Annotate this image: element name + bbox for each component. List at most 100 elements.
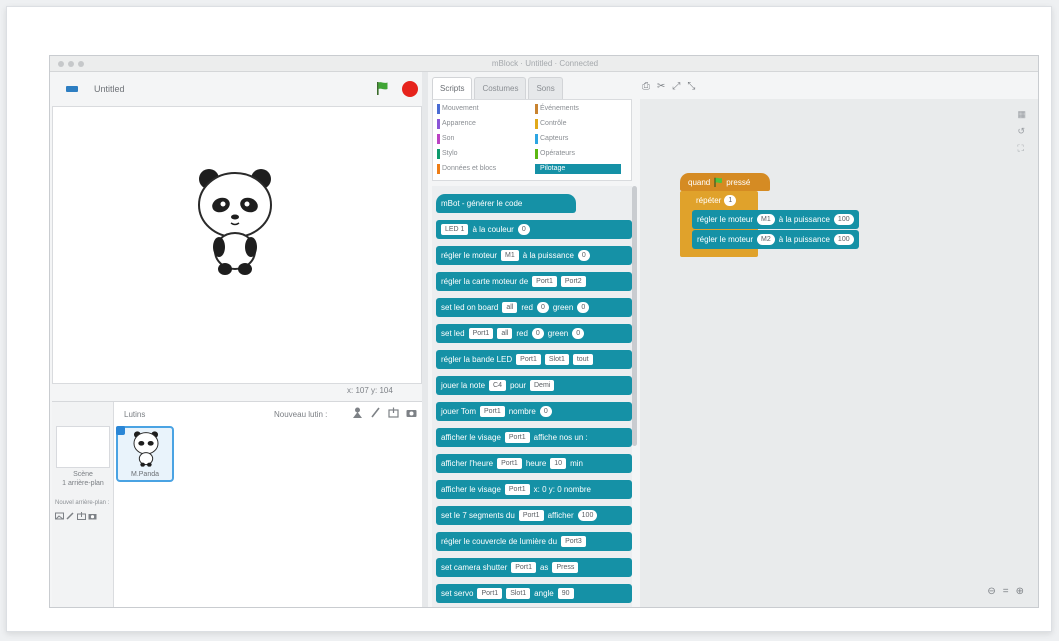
block-dropdown[interactable]: Demi [530,380,555,391]
sprite-library-icon[interactable] [352,407,363,418]
palette-block[interactable]: régler la carte moteur de Port1 Port2 [436,272,632,291]
category-item[interactable]: Pilotage [535,164,621,174]
block-dropdown[interactable]: Press [552,562,579,573]
paint-sprite-icon[interactable] [370,407,381,418]
green-flag-icon[interactable] [375,81,389,95]
block-dropdown[interactable]: Slot1 [506,588,531,599]
set-motor-block[interactable]: régler le moteur M1 à la puissance 100 [692,210,859,229]
block-dropdown[interactable]: Port1 [532,276,557,287]
sprite-tile[interactable]: M.Panda [116,426,174,482]
block-dropdown[interactable]: Port3 [561,536,586,547]
grow-icon[interactable]: ⤢ [672,81,680,92]
block-dropdown[interactable]: Port1 [516,354,541,365]
panda-sprite[interactable] [193,167,277,277]
tab-scripts[interactable]: Scripts [432,77,473,99]
block-dropdown[interactable]: Port1 [504,484,530,495]
category-item[interactable]: Son [437,134,523,144]
duplicate-icon[interactable]: ⎙ [642,81,650,92]
block-input[interactable]: 0 [572,328,585,339]
backdrop-library-icon[interactable] [55,512,64,520]
upload-sprite-icon[interactable] [388,407,399,418]
palette-block[interactable]: set le 7 segments du Port1 afficher 100 [436,506,632,525]
power-input[interactable]: 100 [833,214,854,225]
block-dropdown[interactable]: Port1 [518,510,544,521]
palette-block[interactable]: set led on board all red 0 green 0 [436,298,632,317]
palette-block[interactable]: jouer la note C4 pour Demi [436,376,632,395]
zoom-in-icon[interactable]: ⊕ [1016,586,1024,597]
power-input[interactable]: 100 [833,234,854,245]
category-item[interactable]: Données et blocs [437,164,523,174]
category-item[interactable]: Stylo [437,149,523,159]
block-dropdown[interactable]: 10 [550,458,567,469]
block-dropdown[interactable]: LED 1 [441,224,469,235]
pane-divider[interactable] [422,72,428,607]
backdrop-paint-icon[interactable] [66,512,75,520]
undo-icon[interactable]: ↺ [1017,126,1026,137]
category-color-marker [535,119,538,129]
block-input[interactable]: 100 [577,510,598,521]
block-input[interactable]: 0 [517,224,530,235]
palette-block[interactable]: LED 1à la couleur 0 [436,220,632,239]
block-dropdown[interactable]: Port1 [504,432,530,443]
block-dropdown[interactable]: all [502,302,518,313]
block-input[interactable]: 0 [577,250,590,261]
sprite-info-icon[interactable] [116,426,125,435]
camera-sprite-icon[interactable] [406,407,417,418]
block-dropdown[interactable]: Slot1 [544,354,569,365]
category-item[interactable]: Apparence [437,119,523,129]
palette-block[interactable]: set led Port1 all red 0 green 0 [436,324,632,343]
block-dropdown[interactable]: Port1 [468,328,494,339]
palette-block[interactable]: afficher l'heure Port1 heure 10 min [436,454,632,473]
block-dropdown[interactable]: Port1 [479,406,505,417]
palette-block[interactable]: set servo Port1 Slot1 angle 90 [436,584,632,603]
block-dropdown[interactable]: Port1 [497,458,522,469]
category-item[interactable]: Capteurs [535,134,621,144]
block-dropdown[interactable]: all [497,328,513,339]
block-dropdown[interactable]: M1 [501,250,519,261]
stage-thumbnail[interactable] [56,426,110,468]
category-item[interactable]: Événements [535,104,621,114]
palette-scrollbar[interactable] [632,186,637,446]
block-input[interactable]: 0 [531,328,544,339]
grid-icon[interactable]: ▦ [1017,109,1026,120]
motor-dropdown[interactable]: M1 [757,214,775,225]
tab-costumes[interactable]: Costumes [474,77,527,99]
stop-button[interactable] [402,81,418,97]
repeat-count-input[interactable]: 1 [724,194,737,206]
category-item[interactable]: Opérateurs [535,149,621,159]
backdrop-upload-icon[interactable] [77,512,86,520]
motor-dropdown[interactable]: M2 [757,234,775,245]
stage-mode-icon[interactable] [66,86,78,92]
block-dropdown[interactable]: Port1 [511,562,536,573]
zoom-reset-icon[interactable]: = [1003,586,1009,597]
palette-block[interactable]: mBot - générer le code [436,194,576,213]
set-motor-block[interactable]: régler le moteur M2 à la puissance 100 [692,230,859,249]
backdrop-camera-icon[interactable] [88,512,97,520]
category-item[interactable]: Mouvement [437,104,523,114]
block-dropdown[interactable]: Port2 [560,276,586,287]
palette-block[interactable]: régler le moteur M1 à la puissance 0 [436,246,632,265]
palette-block[interactable]: afficher le visage Port1 affiche nos un : [436,428,632,447]
project-name[interactable]: Untitled [94,84,214,94]
block-dropdown[interactable]: C4 [489,380,506,391]
tab-sounds[interactable]: Sons [528,77,563,99]
block-input[interactable]: 0 [539,406,552,417]
block-input[interactable]: 0 [536,302,549,313]
palette-block[interactable]: jouer Tom Port1 nombre 0 [436,402,632,421]
stage-canvas[interactable] [52,106,422,384]
palette-block[interactable]: régler le couvercle de lumière du Port3 [436,532,632,551]
palette-block[interactable]: afficher le visage Port1 x: 0 y: 0 nombre [436,480,632,499]
block-dropdown[interactable]: 90 [557,588,574,599]
block-dropdown[interactable]: tout [572,354,593,365]
zoom-out-icon[interactable]: ⊖ [987,586,995,597]
when-flag-clicked-block[interactable]: quand pressé [680,173,770,191]
category-item[interactable]: Contrôle [535,119,621,129]
block-input[interactable]: 0 [577,302,590,313]
script-area[interactable]: ▦ ↺ ⛶ quand pressé répéter 1 régler le m… [640,99,1038,607]
palette-block[interactable]: set camera shutter Port1 as Press [436,558,632,577]
palette-block[interactable]: régler la bande LED Port1 Slot1 tout [436,350,632,369]
block-dropdown[interactable]: Port1 [477,588,503,599]
fit-icon[interactable]: ⛶ [1017,143,1026,154]
shrink-icon[interactable]: ⤡ [687,81,695,92]
delete-icon[interactable]: ✂ [657,81,665,92]
